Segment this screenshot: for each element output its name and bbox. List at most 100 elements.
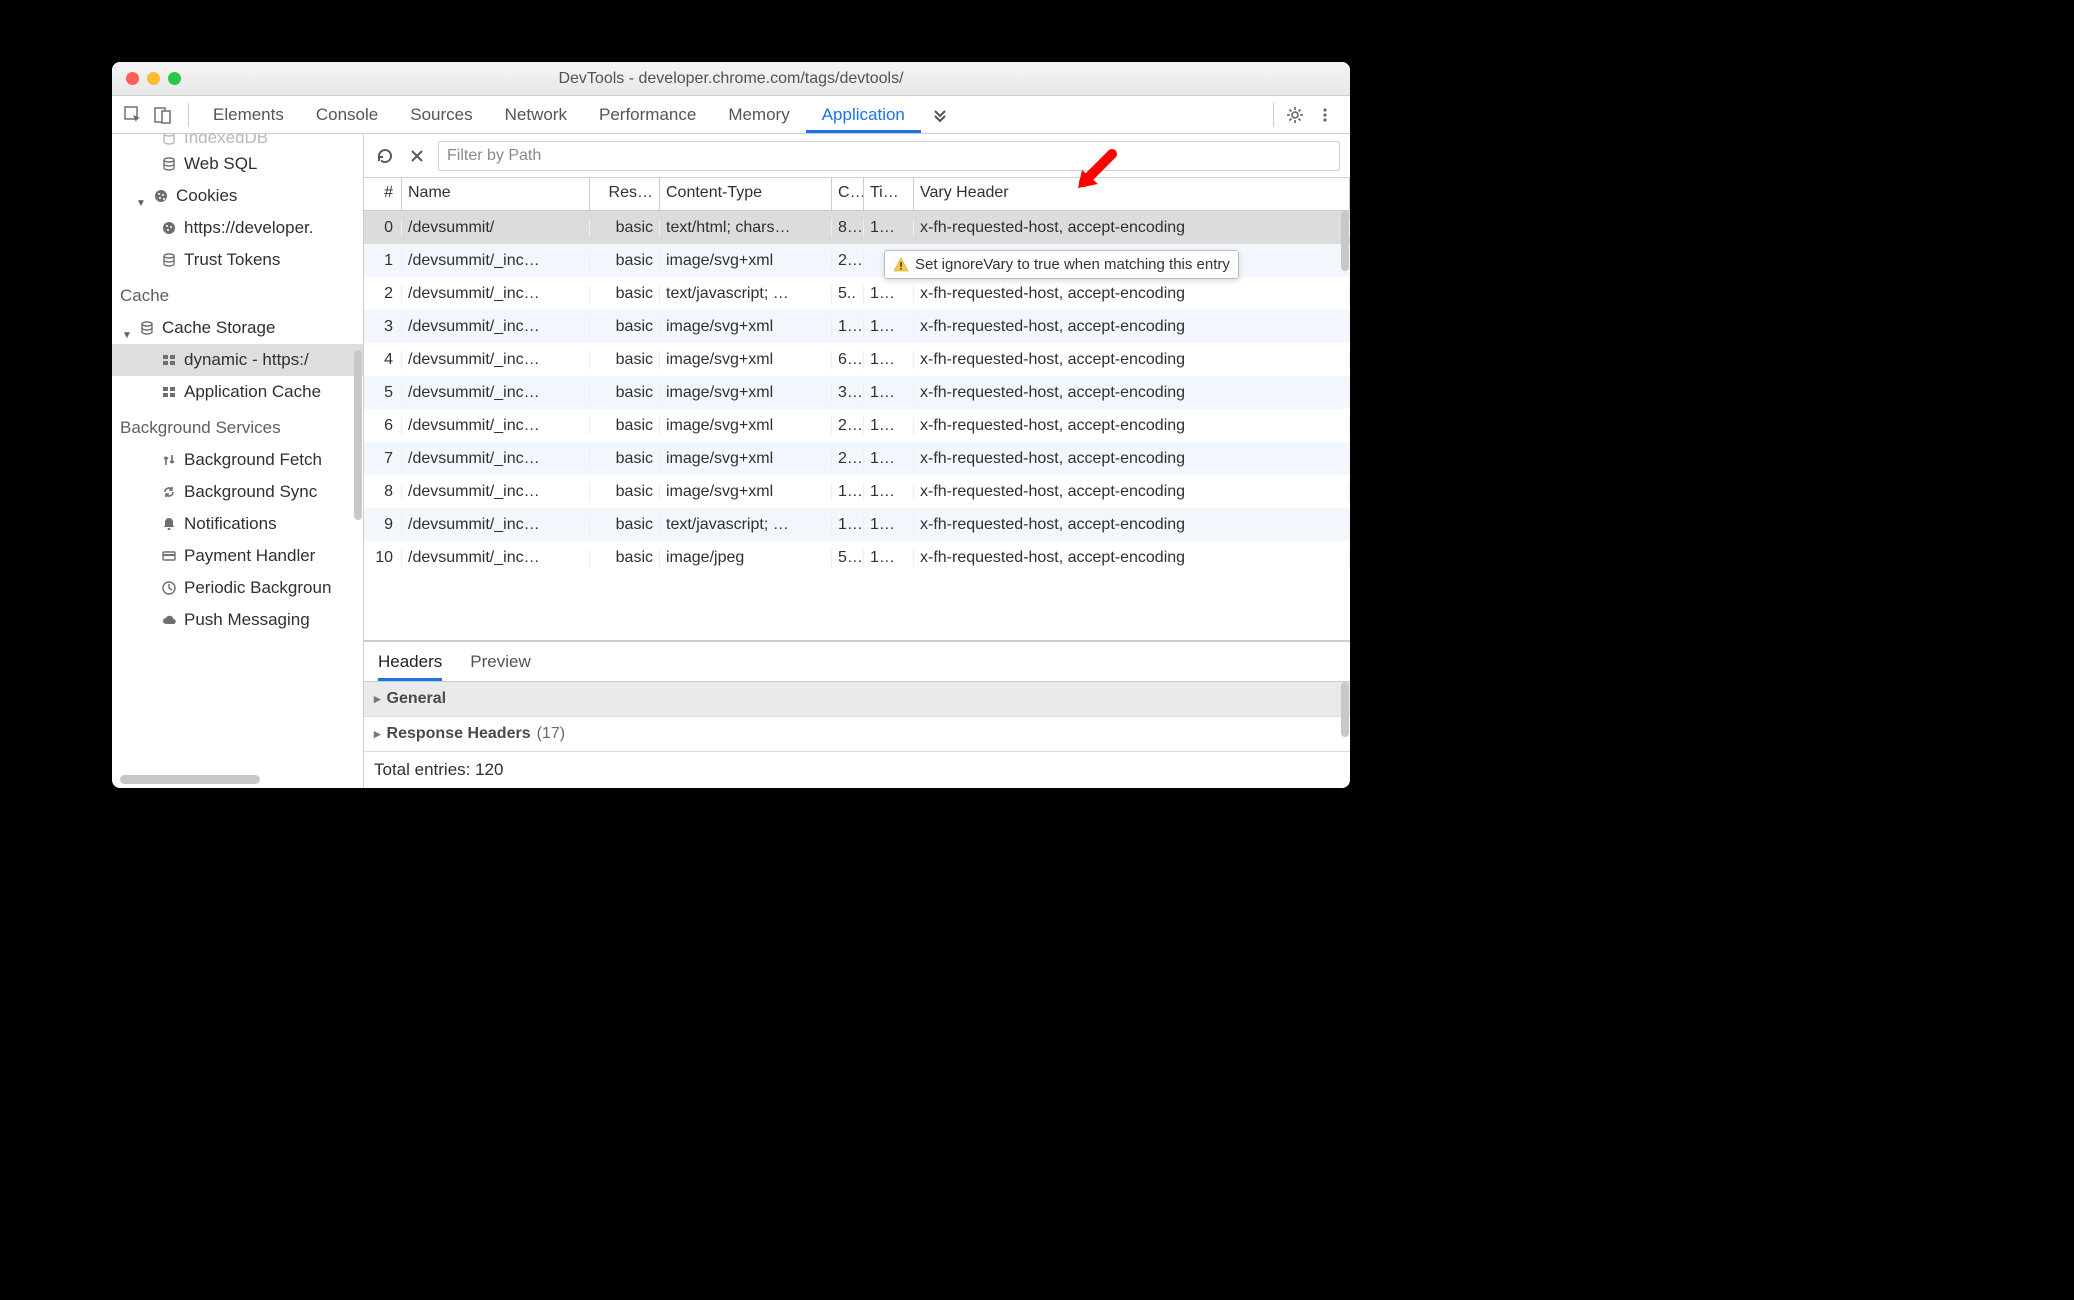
sidebar-item-payment[interactable]: Payment Handler (112, 540, 363, 572)
table-cell: basic (590, 450, 660, 468)
table-cell: 1… (832, 483, 864, 501)
table-cell: image/svg+xml (660, 351, 832, 369)
table-cell: 10 (364, 549, 402, 567)
section-general[interactable]: General (364, 682, 1350, 717)
table-cell: 1… (864, 483, 914, 501)
sidebar-item-cache-entry[interactable]: dynamic - https:/ (112, 344, 363, 376)
tab-sources[interactable]: Sources (394, 97, 488, 133)
col-vary[interactable]: Vary Header (914, 178, 1350, 210)
bell-icon (160, 515, 178, 533)
table-cell: text/javascript; … (660, 285, 832, 303)
table-cell: x-fh-requested-host, accept-encoding (914, 450, 1350, 468)
table-row[interactable]: 10/devsummit/_inc…basicimage/jpeg5…1…x-f… (364, 541, 1350, 574)
table-cell: 1… (832, 516, 864, 534)
table-cell: x-fh-requested-host, accept-encoding (914, 351, 1350, 369)
more-tabs-icon[interactable] (927, 102, 953, 128)
table-cell: 1… (832, 318, 864, 336)
table-cell: image/svg+xml (660, 417, 832, 435)
expand-icon[interactable] (136, 191, 146, 201)
sidebar-item-trust-tokens[interactable]: Trust Tokens (112, 244, 363, 276)
table-row[interactable]: 4/devsummit/_inc…basicimage/svg+xml6…1…x… (364, 343, 1350, 376)
sidebar-item-application-cache[interactable]: Application Cache (112, 376, 363, 408)
device-toolbar-icon[interactable] (150, 102, 176, 128)
table-cell: /devsummit/_inc… (402, 516, 590, 534)
tab-network[interactable]: Network (489, 97, 583, 133)
sidebar-item-notifications[interactable]: Notifications (112, 508, 363, 540)
details-tab-preview[interactable]: Preview (470, 643, 530, 681)
table-row[interactable]: 2/devsummit/_inc…basictext/javascript; …… (364, 277, 1350, 310)
sidebar-label: Trust Tokens (184, 250, 280, 270)
cache-toolbar (364, 134, 1350, 178)
table-cell: 6 (364, 417, 402, 435)
table-row[interactable]: 6/devsummit/_inc…basicimage/svg+xml2…1…x… (364, 409, 1350, 442)
tab-elements[interactable]: Elements (197, 97, 300, 133)
table-cell: x-fh-requested-host, accept-encoding (914, 483, 1350, 501)
delete-icon[interactable] (406, 145, 428, 167)
sidebar-item-indexeddb[interactable]: IndexedDB (112, 134, 363, 148)
table-cell: x-fh-requested-host, accept-encoding (914, 549, 1350, 567)
inspect-element-icon[interactable] (120, 102, 146, 128)
table-cell: x-fh-requested-host, accept-encoding (914, 417, 1350, 435)
refresh-icon[interactable] (374, 145, 396, 167)
table-cell: basic (590, 384, 660, 402)
details-pane: Headers Preview General Response Headers… (364, 640, 1350, 788)
tooltip-text: Set ignoreVary to true when matching thi… (915, 256, 1230, 273)
details-scrollbar[interactable] (1340, 682, 1350, 788)
table-row[interactable]: 9/devsummit/_inc…basictext/javascript; …… (364, 508, 1350, 541)
sidebar-item-cookie-origin[interactable]: https://developer. (112, 212, 363, 244)
table-cell: 1… (864, 219, 914, 237)
section-response-headers[interactable]: Response Headers (17) (364, 717, 1350, 752)
settings-icon[interactable] (1282, 102, 1308, 128)
tab-application[interactable]: Application (806, 97, 921, 133)
chevron-right-icon (374, 690, 381, 708)
col-name[interactable]: Name (402, 178, 590, 210)
sidebar-item-push[interactable]: Push Messaging (112, 604, 363, 636)
zoom-window-button[interactable] (168, 72, 181, 85)
chevron-right-icon (374, 725, 381, 743)
details-tab-headers[interactable]: Headers (378, 643, 442, 681)
titlebar: DevTools - developer.chrome.com/tags/dev… (112, 62, 1350, 96)
expand-icon[interactable] (122, 323, 132, 333)
close-window-button[interactable] (126, 72, 139, 85)
table-row[interactable]: 0/devsummit/basictext/html; chars…8…1…x-… (364, 211, 1350, 244)
table-cell: /devsummit/_inc… (402, 549, 590, 567)
tab-memory[interactable]: Memory (712, 97, 805, 133)
col-response[interactable]: Res… (590, 178, 660, 210)
col-content-length[interactable]: C.. (832, 178, 864, 210)
table-cell: 1… (864, 417, 914, 435)
table-cell: basic (590, 252, 660, 270)
sidebar-item-cookies[interactable]: Cookies (112, 180, 363, 212)
table-cell: 2… (832, 450, 864, 468)
col-content-type[interactable]: Content-Type (660, 178, 832, 210)
sidebar-item-websql[interactable]: Web SQL (112, 148, 363, 180)
sidebar-item-bg-fetch[interactable]: Background Fetch (112, 444, 363, 476)
sidebar-item-cache-storage[interactable]: Cache Storage (112, 312, 363, 344)
table-cell: /devsummit/_inc… (402, 351, 590, 369)
cookie-icon (152, 187, 170, 205)
sidebar-item-bg-sync[interactable]: Background Sync (112, 476, 363, 508)
sidebar-section-bg: Background Services (112, 408, 363, 444)
table-row[interactable]: 7/devsummit/_inc…basicimage/svg+xml2…1…x… (364, 442, 1350, 475)
table-row[interactable]: 8/devsummit/_inc…basicimage/svg+xml1…1…x… (364, 475, 1350, 508)
table-row[interactable]: 3/devsummit/_inc…basicimage/svg+xml1…1…x… (364, 310, 1350, 343)
table-cell: /devsummit/_inc… (402, 450, 590, 468)
sidebar-scrollbar[interactable] (353, 320, 363, 740)
table-cell: 1… (864, 384, 914, 402)
table-row[interactable]: 5/devsummit/_inc…basicimage/svg+xml3…1…x… (364, 376, 1350, 409)
col-time[interactable]: Ti… (864, 178, 914, 210)
tab-console[interactable]: Console (300, 97, 394, 133)
sidebar-item-periodic-bg[interactable]: Periodic Backgroun (112, 572, 363, 604)
filter-input[interactable] (438, 141, 1340, 171)
sidebar-h-scrollbar[interactable] (120, 775, 260, 784)
table-scrollbar[interactable] (1340, 211, 1350, 640)
sidebar-label: Application Cache (184, 382, 321, 402)
application-sidebar: IndexedDB Web SQL Cookies https://develo… (112, 134, 364, 788)
table-cell: image/svg+xml (660, 384, 832, 402)
vary-tooltip: Set ignoreVary to true when matching thi… (884, 250, 1239, 279)
minimize-window-button[interactable] (147, 72, 160, 85)
kebab-menu-icon[interactable] (1312, 102, 1338, 128)
tab-performance[interactable]: Performance (583, 97, 712, 133)
table-cell: 1… (864, 285, 914, 303)
table-cell: basic (590, 483, 660, 501)
col-index[interactable]: # (364, 178, 402, 210)
